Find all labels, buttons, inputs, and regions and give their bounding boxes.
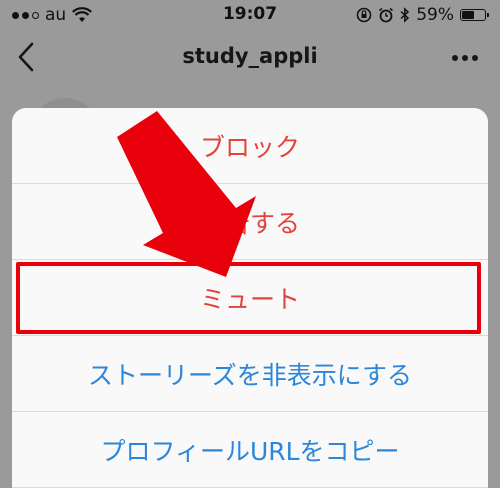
report-button[interactable]: 報告する: [12, 184, 488, 260]
nav-bar: study_appli: [0, 30, 500, 88]
orientation-lock-icon: [356, 7, 372, 23]
block-button[interactable]: ブロック: [12, 108, 488, 184]
battery-icon: [460, 9, 489, 21]
alarm-icon: [379, 7, 394, 23]
bluetooth-icon: [400, 7, 410, 23]
battery-percent: 59%: [416, 5, 454, 25]
more-options-icon[interactable]: [452, 55, 478, 61]
battery-fill: [462, 11, 475, 19]
copy-profile-url-button[interactable]: プロフィールURLをコピー: [12, 412, 488, 488]
status-bar: au 19:07 59%: [0, 0, 500, 30]
hide-stories-button[interactable]: ストーリーズを非表示にする: [12, 336, 488, 412]
action-sheet: ブロック 報告する ミュート ストーリーズを非表示にする プロフィールURLをコ…: [12, 108, 488, 488]
mute-button[interactable]: ミュート: [12, 260, 488, 336]
page-title: study_appli: [182, 44, 318, 68]
status-right: 59%: [356, 5, 489, 25]
